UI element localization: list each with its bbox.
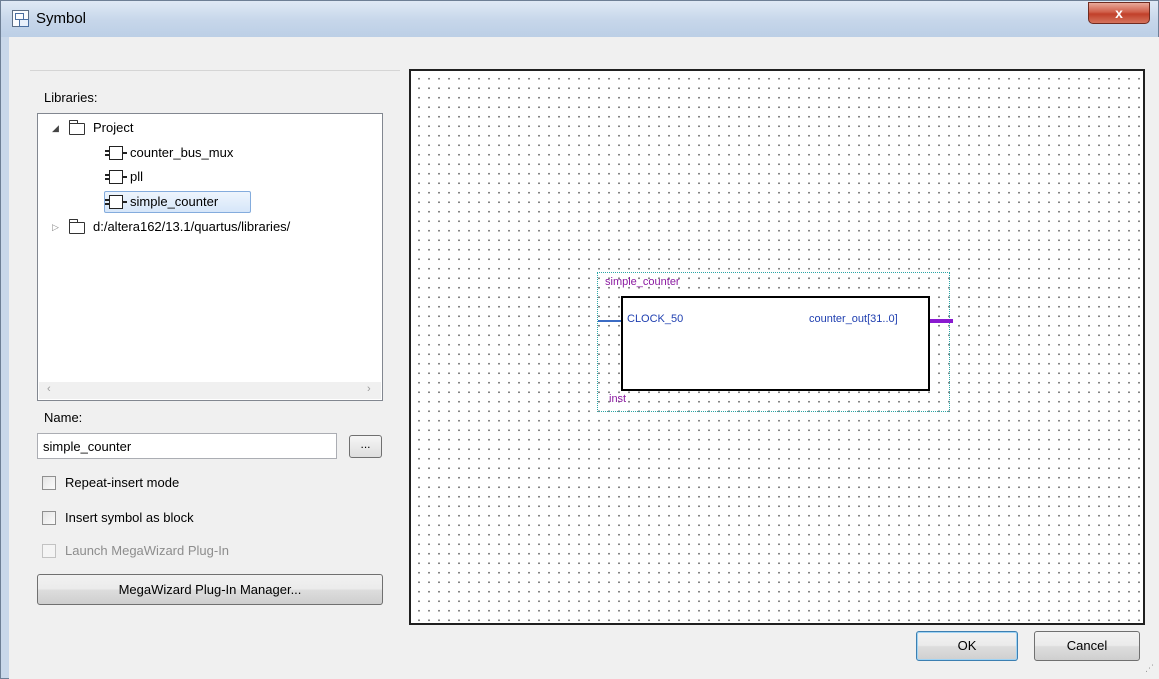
symbol-dialog: Symbol x Libraries: ◢ Project counter_bu… xyxy=(0,0,1159,679)
repeat-insert-checkbox[interactable]: Repeat-insert mode xyxy=(42,475,342,493)
tree-item-counter-bus-mux[interactable]: counter_bus_mux xyxy=(38,143,378,163)
horizontal-scrollbar[interactable]: ‹ › xyxy=(39,382,381,399)
symbol-name-label: simple_counter xyxy=(605,276,680,288)
output-port-label: counter_out[31..0] xyxy=(809,313,898,325)
expanded-arrow-icon[interactable]: ◢ xyxy=(52,118,59,138)
window-title: Symbol xyxy=(36,10,87,27)
tree-item-label: pll xyxy=(130,169,144,184)
libraries-label: Libraries: xyxy=(44,90,98,105)
tree-item-simple-counter[interactable]: simple_counter xyxy=(38,192,378,212)
scroll-left-icon[interactable]: ‹ xyxy=(47,383,51,395)
launch-megawizard-checkbox: Launch MegaWizard Plug-In xyxy=(42,543,342,561)
checkbox-box xyxy=(42,544,56,558)
scroll-right-icon[interactable]: › xyxy=(367,383,371,395)
folder-icon xyxy=(69,219,85,234)
separator xyxy=(30,70,400,71)
name-field[interactable]: simple_counter xyxy=(37,433,337,459)
resize-grip-icon[interactable]: ⋰ xyxy=(1145,663,1157,675)
title-bar[interactable]: Symbol x xyxy=(1,1,1158,37)
tree-item-pll[interactable]: pll xyxy=(38,167,378,187)
cancel-button[interactable]: Cancel xyxy=(1034,631,1140,661)
checkbox-box[interactable] xyxy=(42,511,56,525)
checkbox-box[interactable] xyxy=(42,476,56,490)
symbol-preview-canvas: simple_counter CLOCK_50 counter_out[31..… xyxy=(409,69,1145,625)
tree-item-label: simple_counter xyxy=(130,194,219,209)
insert-as-block-checkbox[interactable]: Insert symbol as block xyxy=(42,510,342,528)
tree-node-project[interactable]: ◢ Project xyxy=(38,118,378,138)
megawizard-manager-button[interactable]: MegaWizard Plug-In Manager... xyxy=(37,574,383,605)
launch-megawizard-label: Launch MegaWizard Plug-In xyxy=(65,543,230,558)
repeat-insert-label: Repeat-insert mode xyxy=(65,475,180,490)
symbol-icon xyxy=(105,195,127,209)
libraries-tree[interactable]: ◢ Project counter_bus_mux pll simple_cou… xyxy=(37,113,383,401)
insert-as-block-label: Insert symbol as block xyxy=(65,510,194,525)
input-port-label: CLOCK_50 xyxy=(627,313,684,325)
symbol-body xyxy=(621,296,930,391)
tree-node-library-path[interactable]: ▷ d:/altera162/13.1/quartus/libraries/ xyxy=(38,217,378,237)
name-label: Name: xyxy=(44,410,83,425)
close-button[interactable]: x xyxy=(1088,2,1150,24)
output-bus-line xyxy=(930,319,953,323)
dialog-body: Libraries: ◢ Project counter_bus_mux pll xyxy=(9,37,1159,679)
tree-label-library-path: d:/altera162/13.1/quartus/libraries/ xyxy=(93,219,291,234)
tree-item-label: counter_bus_mux xyxy=(130,145,234,160)
symbol-app-icon xyxy=(12,10,29,27)
browse-button[interactable]: ... xyxy=(349,435,382,458)
tree-label-project: Project xyxy=(93,120,134,135)
collapsed-arrow-icon[interactable]: ▷ xyxy=(52,217,59,237)
symbol-icon xyxy=(105,146,127,160)
open-folder-icon xyxy=(69,120,85,135)
ok-button[interactable]: OK xyxy=(916,631,1018,661)
input-port-line xyxy=(598,320,621,322)
instance-label: inst xyxy=(609,393,627,405)
symbol-icon xyxy=(105,170,127,184)
